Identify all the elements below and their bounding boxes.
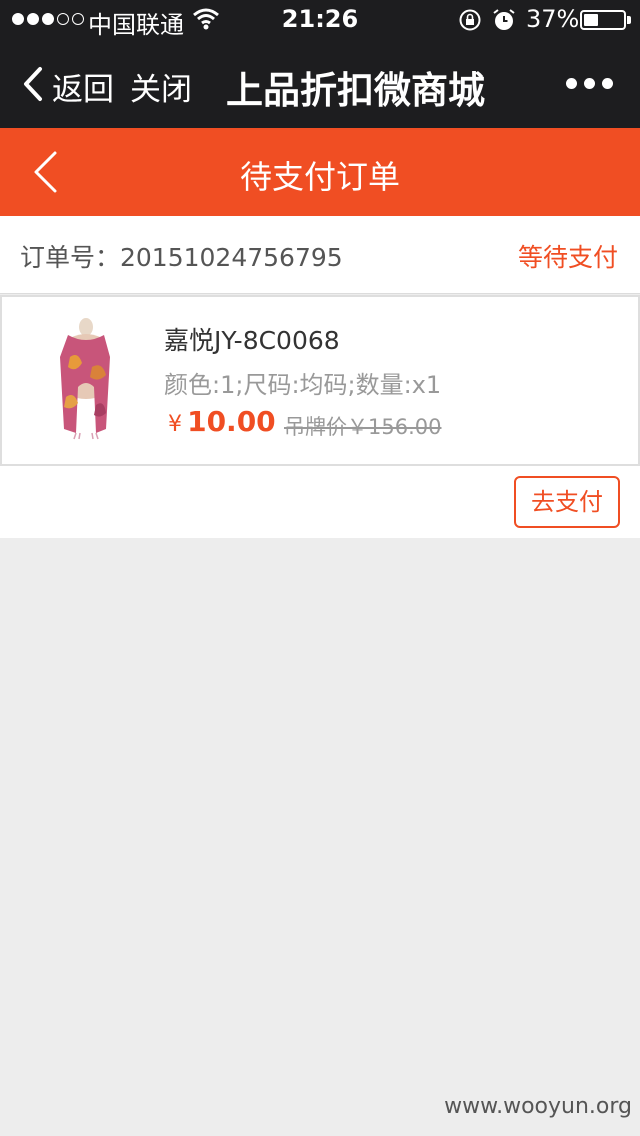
- price-value: 10.00: [187, 405, 276, 438]
- watermark: www.wooyun.org: [444, 1094, 632, 1119]
- product-name[interactable]: 嘉悦JY-8C0068: [164, 321, 340, 357]
- app-title: 上品折扣微商城: [226, 69, 485, 112]
- product-card[interactable]: 嘉悦JY-8C0068 颜色:1;尺码:均码;数量:x1 ¥ 10.00 吊牌价…: [0, 295, 640, 466]
- pay-button[interactable]: 去支付: [514, 476, 620, 528]
- close-button[interactable]: 关闭: [130, 64, 192, 109]
- currency-symbol: ¥: [168, 412, 182, 437]
- alarm-icon: [493, 9, 515, 30]
- product-spec: 颜色:1;尺码:均码;数量:x1: [164, 371, 442, 399]
- back-chevron-icon[interactable]: [20, 66, 44, 102]
- page-header: 待支付订单: [0, 128, 640, 216]
- order-actions-row: 去支付: [0, 466, 640, 538]
- back-button[interactable]: 返回: [52, 64, 114, 109]
- order-number: 订单号：20151024756795: [20, 243, 343, 272]
- order-info-row: 订单号：20151024756795 等待支付: [0, 216, 640, 294]
- page-title: 待支付订单: [239, 158, 400, 196]
- battery-percent: 37%: [526, 5, 580, 33]
- wechat-top-bar: 中国联通 21:26 37% 返回 关闭 上品折扣微商城: [0, 0, 640, 128]
- battery-icon: [580, 10, 631, 30]
- original-price: 吊牌价￥156.00: [284, 415, 442, 439]
- rotation-lock-icon: [459, 9, 481, 31]
- more-options-icon[interactable]: [566, 78, 613, 89]
- product-price: ¥ 10.00: [168, 405, 276, 438]
- status-bar: 中国联通 21:26 37%: [0, 0, 640, 40]
- wechat-navbar: 返回 关闭 上品折扣微商城: [0, 40, 640, 128]
- order-status: 等待支付: [517, 243, 618, 272]
- product-thumbnail[interactable]: [46, 317, 126, 441]
